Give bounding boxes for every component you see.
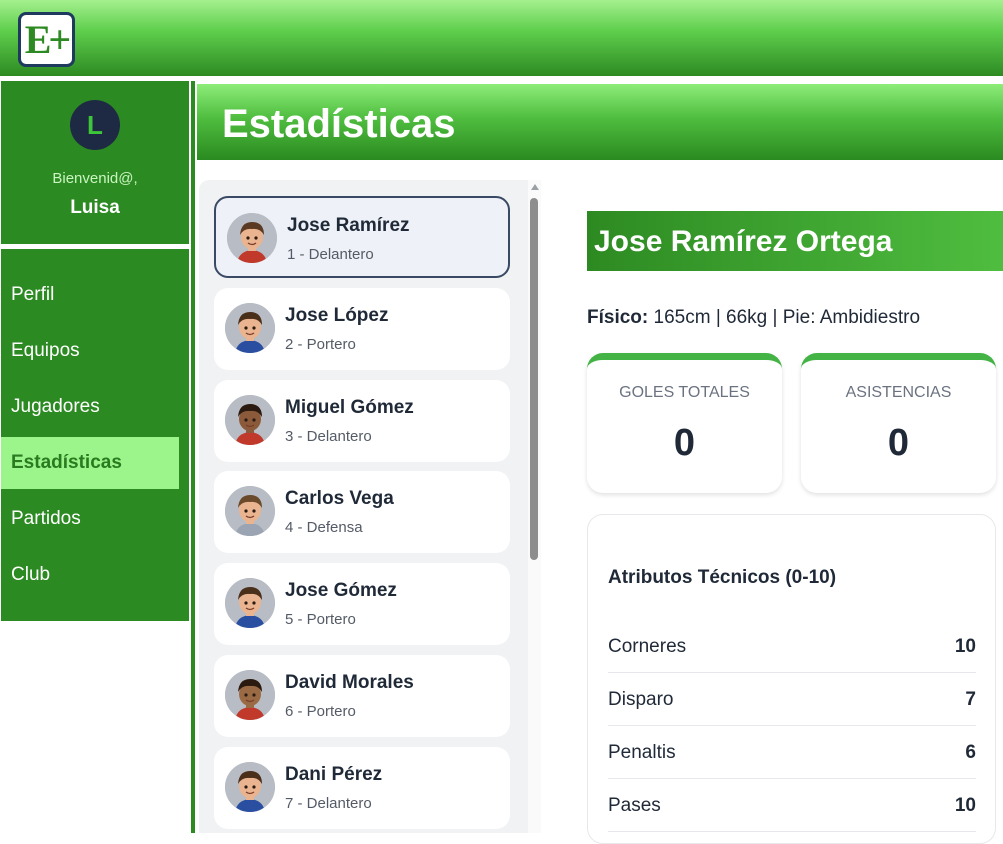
player-number-position: 1 - Delantero [287,246,374,263]
stat-label: GOLES TOTALES [619,384,750,401]
player-avatar-icon [227,213,277,263]
attribute-row: Pases 10 [608,779,976,832]
sidebar-item-perfil[interactable]: Perfil [1,269,189,321]
player-number-position: 2 - Portero [285,335,356,353]
stat-card-asistencias: ASISTENCIAS 0 [801,353,996,493]
attribute-value: 6 [965,742,976,763]
page-header: Estadísticas [197,84,1003,160]
user-avatar[interactable]: L [70,100,120,150]
sidebar-nav: Perfil Equipos Jugadores Estadísticas Pa… [1,249,189,621]
scrollbar-thumb[interactable] [530,198,538,560]
player-list-scrollbar[interactable] [528,180,541,833]
attribute-row: Corneres 10 [608,620,976,673]
player-list: Jose Ramírez 1 - Delantero Jose López 2 - P… [199,180,528,833]
content-divider [191,81,195,833]
attribute-name: Disparo [608,689,674,710]
player-name: David Morales [285,672,414,693]
player-card[interactable]: Jose Gómez 5 - Portero [214,563,510,646]
player-name: Carlos Vega [285,488,394,510]
player-name: Jose Gómez [285,580,397,602]
scroll-up-arrow-icon[interactable] [531,184,539,190]
stat-value: 0 [887,422,910,464]
player-name: Jose López [285,304,389,326]
attribute-value: 7 [965,689,976,710]
player-card[interactable]: Dani Pérez 7 - Delantero [214,746,510,829]
user-profile-panel: L Bienvenid@, Luisa [1,81,189,244]
player-avatar-icon [225,578,275,629]
attribute-value: 10 [954,636,976,657]
sidebar-item-partidos[interactable]: Partidos [1,493,189,545]
technical-attributes-card: Atributos Técnicos (0-10) Corneres 10 Di… [587,514,996,844]
attribute-row: Disparo 7 [608,673,976,726]
attributes-title: Atributos Técnicos (0-10) [608,567,837,588]
player-physical-info: Físico: 165cm | 66kg | Pie: Ambidiestro [587,307,920,329]
sidebar-item-club[interactable]: Club [1,549,189,601]
player-number-position: 5 - Portero [285,611,356,629]
attribute-value: 10 [954,795,976,816]
player-avatar-icon [225,486,275,537]
attribute-name: Corneres [608,636,687,657]
player-avatar-icon [225,302,275,353]
attribute-name: Penaltis [608,742,676,763]
player-avatar-icon [225,670,275,720]
player-number-position: 6 - Portero [285,703,356,720]
player-number-position: 7 - Delantero [285,794,372,812]
app-logo[interactable]: E+ [18,12,75,67]
physical-label: Físico: [587,307,649,328]
player-name: Jose Ramírez [287,215,410,236]
attribute-name: Pases [608,795,661,816]
stat-value: 0 [673,422,696,464]
player-number-position: 4 - Defensa [285,519,363,537]
player-card[interactable]: David Morales 6 - Portero [214,655,510,737]
player-card[interactable]: Carlos Vega 4 - Defensa [214,471,510,554]
player-card[interactable]: Jose Ramírez 1 - Delantero [214,196,510,278]
player-name-header: Jose Ramírez Ortega [587,211,1003,271]
player-number-position: 3 - Delantero [285,427,372,445]
sidebar-item-estadisticas[interactable]: Estadísticas [1,437,179,489]
attribute-row: Penaltis 6 [608,726,976,779]
player-card[interactable]: Jose López 2 - Portero [214,287,510,370]
player-avatar-icon [225,761,275,812]
stat-card-goles: GOLES TOTALES 0 [587,353,782,493]
player-avatar-icon [225,394,275,445]
player-name: Miguel Gómez [285,396,414,418]
page-title: Estadísticas [222,102,456,146]
top-bar: E+ [0,0,1003,76]
stat-label: ASISTENCIAS [845,384,952,401]
player-card[interactable]: Miguel Gómez 3 - Delantero [214,379,510,462]
physical-value: 165cm | 66kg | Pie: Ambidiestro [653,307,921,328]
sidebar-item-jugadores[interactable]: Jugadores [1,381,189,433]
player-name: Dani Pérez [285,763,383,785]
user-name: Luisa [70,197,120,218]
player-full-name: Jose Ramírez Ortega [594,225,893,258]
sidebar-item-equipos[interactable]: Equipos [1,325,189,377]
welcome-text: Bienvenid@, [52,170,138,187]
